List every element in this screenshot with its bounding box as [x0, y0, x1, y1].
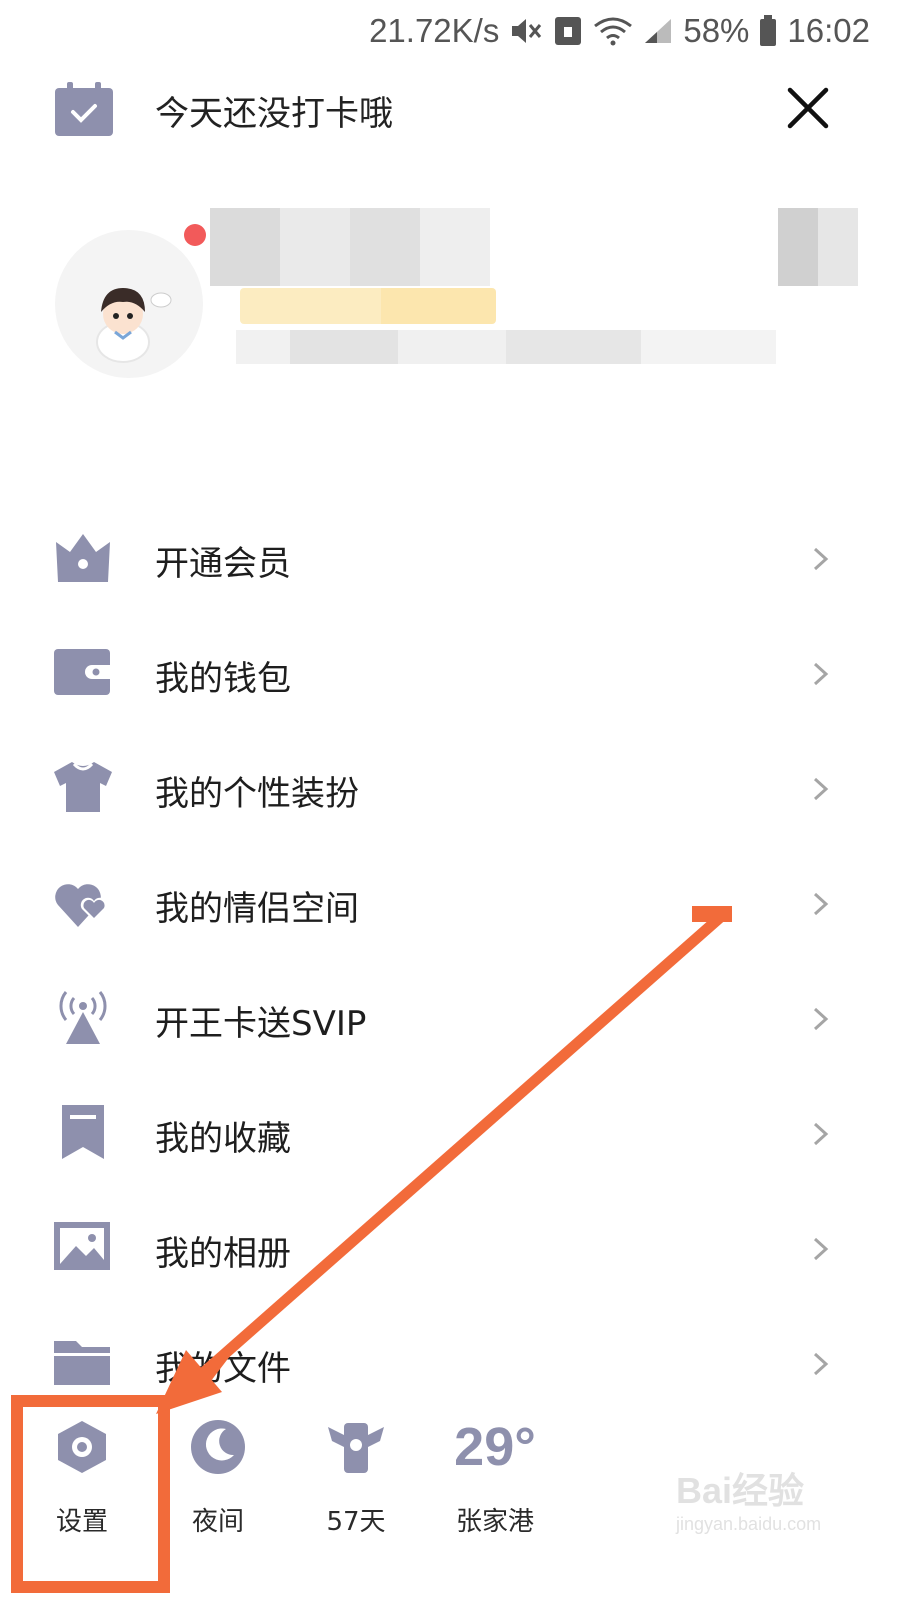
city-label: 张家港 — [455, 1507, 534, 1537]
battery-icon — [759, 15, 777, 47]
menu-item-theme[interactable]: 我的个性装扮 — [0, 730, 900, 845]
menu-label: 我的收藏 — [155, 1119, 291, 1159]
folder-icon — [52, 1333, 114, 1391]
chevron-right-icon — [813, 1237, 829, 1261]
chevron-right-icon — [813, 547, 829, 571]
avatar[interactable] — [55, 230, 203, 378]
checkin-prompt[interactable]: 今天还没打卡哦 — [155, 86, 393, 135]
winged-badge-icon — [328, 1423, 384, 1473]
menu-label: 开王卡送SVIP — [155, 1004, 367, 1044]
network-speed: 21.72K/s — [369, 12, 500, 49]
blurred-signature — [236, 330, 776, 364]
chevron-right-icon — [813, 1122, 829, 1146]
hearts-icon — [52, 873, 114, 931]
profile-section[interactable] — [0, 190, 900, 390]
settings-button[interactable]: 设置 — [22, 1417, 142, 1557]
drawer-header: 今天还没打卡哦 — [0, 62, 900, 162]
photo-icon — [52, 1218, 114, 1276]
close-icon[interactable] — [786, 86, 830, 130]
menu-label: 我的个性装扮 — [155, 774, 359, 814]
night-label: 夜间 — [191, 1507, 244, 1537]
menu-label: 我的文件 — [155, 1349, 291, 1389]
menu-item-vip[interactable]: 开通会员 — [0, 500, 900, 615]
menu-label: 我的钱包 — [155, 659, 291, 699]
wallet-icon — [52, 643, 114, 701]
watermark-brand: Bai经验 — [676, 1470, 805, 1511]
cell-signal-icon — [643, 17, 673, 45]
signal-tower-icon — [52, 988, 114, 1046]
blurred-nickname — [210, 208, 490, 286]
vip-crown-icon — [52, 528, 114, 586]
menu-item-favorites[interactable]: 我的收藏 — [0, 1075, 900, 1190]
chevron-right-icon — [813, 1007, 829, 1031]
menu-item-couple[interactable]: 我的情侣空间 — [0, 845, 900, 960]
calendar-check-icon[interactable] — [55, 82, 113, 136]
wifi-icon — [593, 16, 633, 46]
clock: 16:02 — [787, 12, 870, 49]
chevron-right-icon — [813, 1352, 829, 1376]
days-label: 57天 — [326, 1507, 386, 1537]
settings-gear-icon — [58, 1421, 106, 1473]
notification-dot — [184, 224, 206, 246]
days-badge-button[interactable]: 57天 — [296, 1417, 416, 1557]
chevron-right-icon — [813, 662, 829, 686]
status-bar: 21.72K/s 58% 16:02 — [0, 0, 900, 62]
blurred-info — [778, 208, 858, 286]
blurred-level-stars — [240, 288, 496, 324]
tshirt-icon — [52, 758, 114, 816]
temperature: 29° — [454, 1417, 536, 1477]
chevron-right-icon — [813, 892, 829, 916]
moon-icon — [191, 1420, 245, 1474]
settings-label: 设置 — [55, 1507, 108, 1537]
menu-label: 开通会员 — [155, 544, 291, 584]
baidu-jingyan-watermark: Bai经验 jingyan.baidu.com — [676, 1462, 886, 1562]
chevron-right-icon — [813, 777, 829, 801]
menu-label: 我的情侣空间 — [155, 889, 359, 929]
mute-icon — [509, 16, 543, 46]
menu-label: 我的相册 — [155, 1234, 291, 1274]
battery-percent: 58% — [683, 12, 750, 49]
menu-item-album[interactable]: 我的相册 — [0, 1190, 900, 1305]
menu-item-wallet[interactable]: 我的钱包 — [0, 615, 900, 730]
watermark-url: jingyan.baidu.com — [676, 1514, 822, 1534]
menu-item-wangka[interactable]: 开王卡送SVIP — [0, 960, 900, 1075]
bookmark-icon — [52, 1103, 114, 1161]
night-mode-button[interactable]: 夜间 — [158, 1417, 278, 1557]
lock-screen-icon — [553, 15, 583, 47]
weather-button[interactable]: 29° 张家港 — [435, 1417, 555, 1557]
